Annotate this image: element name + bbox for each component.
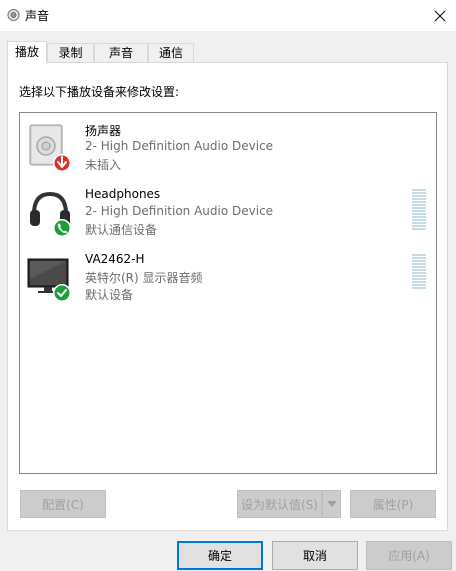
volume-level-meter [412,189,426,230]
tab-communications[interactable]: 通信 [148,43,194,63]
set-default-button[interactable]: 设为默认值(S) [237,490,322,518]
apply-button[interactable]: 应用(A) [366,541,452,570]
device-name: Headphones [85,187,161,201]
device-list[interactable]: 扬声器 2- High Definition Audio Device 未插入 … [19,112,437,474]
window-title: 声音 [25,9,50,23]
device-status: 未插入 [85,158,122,172]
volume-level-meter [412,254,426,289]
device-description: 英特尔(R) 显示器音频 [85,271,203,285]
set-default-dropdown-button[interactable] [322,490,341,518]
headphones-icon [30,191,71,237]
device-description: 2- High Definition Audio Device [85,139,274,153]
close-icon [434,10,446,21]
device-item-monitor[interactable]: VA2462-H 英特尔(R) 显示器音频 默认设备 [20,249,436,313]
instruction-text: 选择以下播放设备来修改设置: [19,85,180,99]
cancel-button[interactable]: 取消 [272,541,358,570]
checkmark-icon [53,284,71,302]
unplugged-arrow-icon [53,154,71,172]
speaker-icon [7,9,20,21]
configure-button[interactable]: 配置(C) [20,490,106,518]
device-description: 2- High Definition Audio Device [85,204,274,218]
device-item-speakers[interactable]: 扬声器 2- High Definition Audio Device 未插入 [20,119,436,183]
device-status: 默认通信设备 [85,223,158,237]
device-item-headphones[interactable]: Headphones 2- High Definition Audio Devi… [20,184,436,248]
properties-button[interactable]: 属性(P) [350,490,436,518]
tab-recording[interactable]: 录制 [47,43,94,63]
close-button[interactable] [424,0,456,31]
device-status: 默认设备 [85,288,134,302]
device-name: VA2462-H [85,252,145,266]
phone-icon [53,219,71,237]
ok-button[interactable]: 确定 [177,541,263,570]
monitor-icon [27,258,71,302]
playback-panel: 选择以下播放设备来修改设置: 扬声器 2- High Definition Au… [7,62,448,531]
tab-sounds[interactable]: 声音 [94,43,148,63]
chevron-down-icon [326,501,337,507]
title-bar: 声音 [0,0,456,31]
tab-playback[interactable]: 播放 [7,41,47,64]
device-name: 扬声器 [85,124,122,138]
speaker-icon [29,124,71,172]
